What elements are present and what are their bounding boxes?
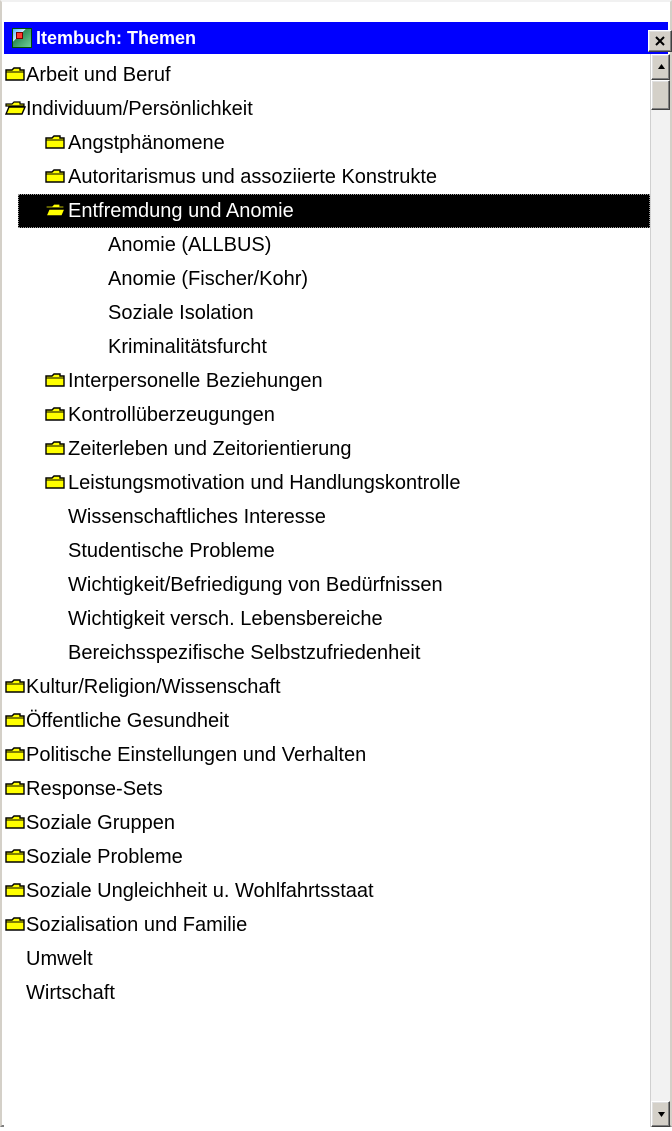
scroll-up-button[interactable]	[651, 54, 670, 80]
tree-item-label: Soziale Isolation	[108, 302, 254, 324]
tree-item[interactable]: Wirtschaft	[4, 976, 650, 1010]
tree-item-label: Bereichsspezifische Selbstzufriedenheit	[68, 642, 421, 664]
tree-item[interactable]: Politische Einstellungen und Verhalten	[4, 738, 650, 772]
folder-icon	[45, 169, 65, 183]
scroll-down-button[interactable]	[651, 1101, 670, 1127]
tree-item-label: Studentische Probleme	[68, 540, 275, 562]
tree-item-label: Interpersonelle Beziehungen	[68, 370, 323, 392]
folder-icon	[45, 441, 65, 455]
folder-icon	[45, 135, 65, 149]
tree-item-label: Response-Sets	[26, 778, 163, 800]
folder-icon	[5, 883, 25, 897]
window-title: Itembuch: Themen	[36, 28, 197, 48]
folder-icon	[5, 917, 25, 931]
tree-item[interactable]: Studentische Probleme	[4, 534, 650, 568]
tree-item[interactable]: Wissenschaftliches Interesse	[4, 500, 650, 534]
arrow-up-icon	[658, 64, 665, 69]
tree-item-label: Kriminalitätsfurcht	[108, 336, 267, 358]
tree-item[interactable]: Soziale Probleme	[4, 840, 650, 874]
tree-item-label: Soziale Probleme	[26, 846, 183, 868]
folder-icon	[5, 67, 25, 81]
tree-item-label: Anomie (ALLBUS)	[108, 234, 272, 256]
tree-item[interactable]: Wichtigkeit/Befriedigung von Bedürfnisse…	[4, 568, 650, 602]
folder-icon	[5, 781, 25, 795]
folder-open-icon	[4, 101, 26, 115]
folder-icon	[5, 713, 25, 727]
tree-item[interactable]: Interpersonelle Beziehungen	[4, 364, 650, 398]
tree-item[interactable]: Anomie (Fischer/Kohr)	[4, 262, 650, 296]
tree-item-label: Arbeit und Beruf	[26, 64, 171, 86]
titlebar[interactable]: Itembuch: Themen	[4, 22, 672, 54]
tree-item[interactable]: Autoritarismus und assoziierte Konstrukt…	[4, 160, 650, 194]
tree-list: Arbeit und Beruf Individuum/Persönlichke…	[4, 54, 650, 1127]
close-icon	[655, 36, 665, 46]
tree-item[interactable]: Zeiterleben und Zeitorientierung	[4, 432, 650, 466]
tree-item[interactable]: Anomie (ALLBUS)	[4, 228, 650, 262]
tree-item-label: Anomie (Fischer/Kohr)	[108, 268, 309, 290]
folder-icon	[5, 849, 25, 863]
tree-item-label: Leistungsmotivation und Handlungskontrol…	[68, 472, 461, 494]
tree-item-label: Umwelt	[26, 948, 93, 970]
arrow-down-icon	[658, 1112, 665, 1117]
tree-item[interactable]: Response-Sets	[4, 772, 650, 806]
folder-icon	[5, 747, 25, 761]
tree-item-label: Zeiterleben und Zeitorientierung	[68, 438, 352, 460]
folder-icon	[5, 679, 25, 693]
tree-item[interactable]: Wichtigkeit versch. Lebensbereiche	[4, 602, 650, 636]
tree-item-label: Wirtschaft	[26, 982, 115, 1004]
tree-item[interactable]: Individuum/Persönlichkeit	[4, 92, 650, 126]
tree-item[interactable]: Soziale Ungleichheit u. Wohlfahrtsstaat	[4, 874, 650, 908]
tree-item-label: Wissenschaftliches Interesse	[68, 506, 326, 528]
tree-item-label: Angstphänomene	[68, 132, 225, 154]
tree-item-label: Soziale Gruppen	[26, 812, 175, 834]
tree-item[interactable]: Öffentliche Gesundheit	[4, 704, 650, 738]
window: Itembuch: Themen Arbeit und Beruf Indivi…	[0, 0, 672, 1127]
tree-item[interactable]: Leistungsmotivation und Handlungskontrol…	[4, 466, 650, 500]
tree-item[interactable]: Soziale Gruppen	[4, 806, 650, 840]
tree-view[interactable]: Arbeit und Beruf Individuum/Persönlichke…	[4, 54, 650, 1127]
tree-item[interactable]: Soziale Isolation	[4, 296, 650, 330]
tree-item-label: Soziale Ungleichheit u. Wohlfahrtsstaat	[26, 880, 374, 902]
tree-item[interactable]: Arbeit und Beruf	[4, 58, 650, 92]
folder-icon	[45, 407, 65, 421]
tree-item-label: Individuum/Persönlichkeit	[26, 98, 253, 120]
vertical-scrollbar[interactable]	[650, 54, 670, 1127]
tree-item-label: Politische Einstellungen und Verhalten	[26, 744, 367, 766]
folder-icon	[45, 475, 65, 489]
tree-item-label: Kontrollüberzeugungen	[68, 404, 275, 426]
tree-item-label: Kultur/Religion/Wissenschaft	[26, 676, 281, 698]
tree-item[interactable]: Entfremdung und Anomie	[4, 194, 650, 228]
tree-item[interactable]: Kontrollüberzeugungen	[4, 398, 650, 432]
tree-item[interactable]: Kultur/Religion/Wissenschaft	[4, 670, 650, 704]
tree-item-label: Autoritarismus und assoziierte Konstrukt…	[68, 166, 438, 188]
tree-item[interactable]: Angstphänomene	[4, 126, 650, 160]
tree-item[interactable]: Umwelt	[4, 942, 650, 976]
tree-item-label: Entfremdung und Anomie	[68, 200, 294, 222]
tree-item[interactable]: Kriminalitätsfurcht	[4, 330, 650, 364]
tree-item[interactable]: Bereichsspezifische Selbstzufriedenheit	[4, 636, 650, 670]
scroll-thumb[interactable]	[651, 80, 670, 110]
folder-open-icon	[44, 203, 66, 217]
tree-item-label: Sozialisation und Familie	[26, 914, 248, 936]
tree-item-label: Wichtigkeit versch. Lebensbereiche	[68, 608, 383, 630]
app-icon	[12, 28, 32, 48]
tree-item-label: Öffentliche Gesundheit	[26, 710, 230, 732]
folder-icon	[45, 373, 65, 387]
tree-item-label: Wichtigkeit/Befriedigung von Bedürfnisse…	[68, 574, 443, 596]
close-button[interactable]	[648, 30, 672, 52]
tree-item[interactable]: Sozialisation und Familie	[4, 908, 650, 942]
folder-icon	[5, 815, 25, 829]
